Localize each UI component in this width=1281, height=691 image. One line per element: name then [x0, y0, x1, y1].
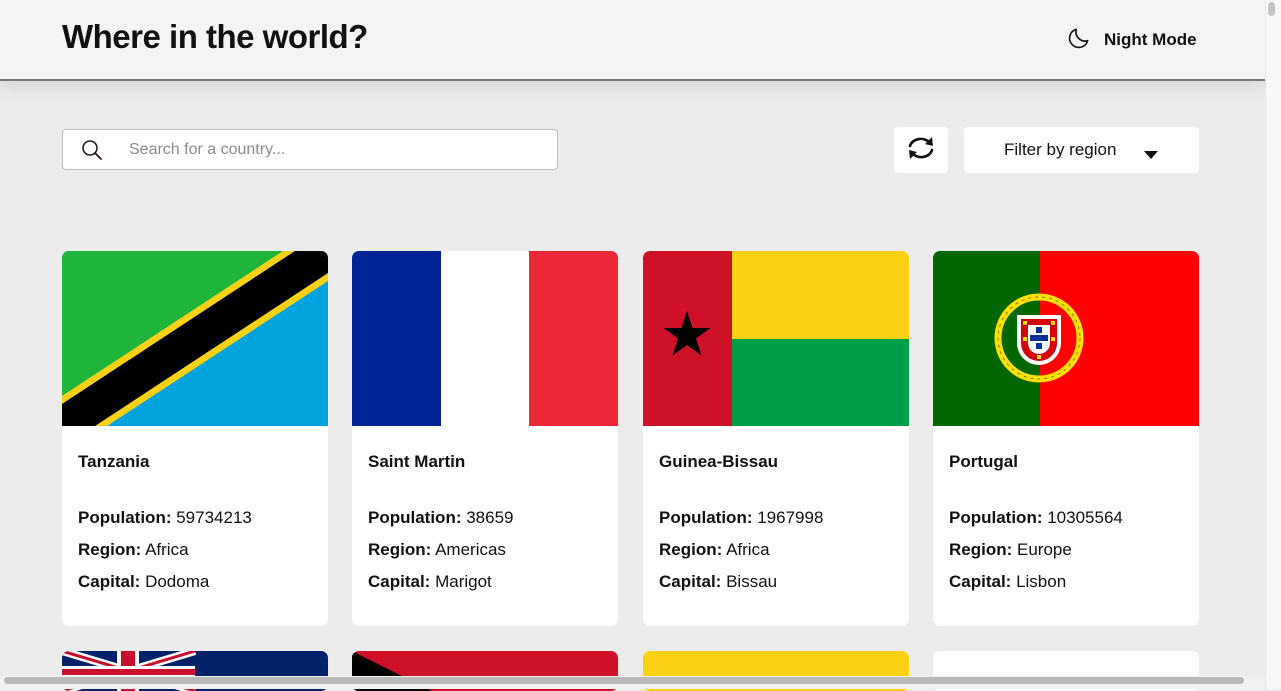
- country-name: Portugal: [949, 452, 1018, 471]
- population-row: Population: 38659: [368, 508, 514, 527]
- capital-row: Capital: Lisbon: [949, 572, 1067, 591]
- population-row: Population: 10305564: [949, 508, 1123, 527]
- search-input[interactable]: [127, 139, 531, 160]
- vertical-scrollbar-thumb[interactable]: [1268, 2, 1275, 16]
- capital-row: Capital: Dodoma: [78, 572, 210, 591]
- night-mode-label: Night Mode: [1104, 30, 1197, 49]
- country-card-guinea-bissau[interactable]: Guinea-Bissau Population: 1967998 Region…: [643, 251, 909, 626]
- refresh-button[interactable]: [894, 127, 948, 173]
- country-card-saint-martin[interactable]: Saint Martin Population: 38659 Region: A…: [352, 251, 618, 626]
- vertical-scrollbar[interactable]: [1265, 0, 1281, 689]
- country-name: Tanzania: [78, 452, 150, 471]
- refresh-icon: [906, 135, 936, 166]
- app-header: Where in the world? Night Mode: [0, 0, 1265, 81]
- caret-down-icon: [1144, 146, 1158, 164]
- horizontal-scrollbar-thumb[interactable]: [4, 677, 1244, 684]
- flag-guinea-bissau: [643, 251, 909, 426]
- country-card-tanzania[interactable]: Tanzania Population: 59734213 Region: Af…: [62, 251, 328, 626]
- population-row: Population: 1967998: [659, 508, 824, 527]
- country-card-portugal[interactable]: Portugal Population: 10305564 Region: Eu…: [933, 251, 1199, 626]
- region-row: Region: Africa: [659, 540, 770, 559]
- population-row: Population: 59734213: [78, 508, 252, 527]
- region-filter-label: Filter by region: [1004, 140, 1117, 159]
- flag-saint-martin: [352, 251, 618, 426]
- region-filter-dropdown[interactable]: Filter by region: [964, 127, 1199, 173]
- capital-row: Capital: Bissau: [659, 572, 778, 591]
- capital-row: Capital: Marigot: [368, 572, 492, 591]
- night-mode-toggle[interactable]: Night Mode: [1066, 26, 1197, 54]
- moon-icon: [1066, 25, 1092, 56]
- page-title: Where in the world?: [62, 18, 368, 55]
- country-name: Saint Martin: [368, 452, 466, 471]
- region-row: Region: Americas: [368, 540, 506, 559]
- region-row: Region: Europe: [949, 540, 1072, 559]
- flag-tanzania: [62, 251, 328, 426]
- search-icon: [81, 139, 103, 161]
- search-box: [62, 129, 558, 170]
- country-name: Guinea-Bissau: [659, 452, 779, 471]
- flag-portugal: [933, 251, 1199, 426]
- region-row: Region: Africa: [78, 540, 189, 559]
